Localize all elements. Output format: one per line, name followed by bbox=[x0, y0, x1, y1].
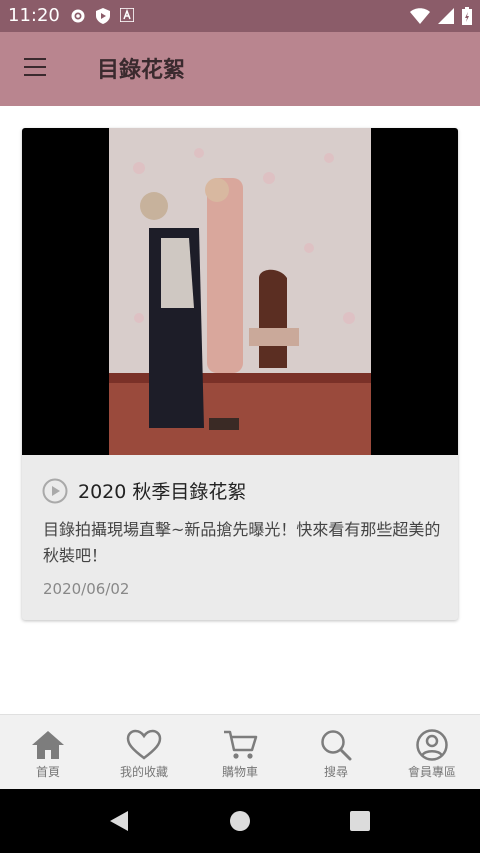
bottom-navigation: 首頁 我的收藏 購物車 搜尋 會員專區 bbox=[0, 714, 480, 790]
search-icon bbox=[321, 730, 352, 761]
nav-label-cart: 購物車 bbox=[221, 765, 258, 779]
menu-icon[interactable] bbox=[24, 58, 46, 76]
status-bar: 11:20 bbox=[0, 0, 480, 32]
heart-icon bbox=[126, 729, 162, 760]
nav-item-account[interactable]: 會員專區 bbox=[392, 729, 472, 780]
text-a-icon bbox=[120, 8, 134, 22]
card-description: 目錄拍攝現場直擊~新品搶先曝光！快來看有那些超美的秋裝吧！ bbox=[43, 520, 441, 565]
battery-charging-icon bbox=[462, 7, 472, 25]
video-card[interactable]: 2020 秋季目錄花絮 目錄拍攝現場直擊~新品搶先曝光！快來看有那些超美的秋裝吧… bbox=[22, 128, 458, 620]
video-thumbnail[interactable] bbox=[22, 128, 458, 455]
wifi-icon bbox=[410, 8, 430, 24]
card-title: 2020 秋季目錄花絮 bbox=[78, 481, 247, 503]
status-time: 11:20 bbox=[8, 5, 60, 26]
nav-label-search: 搜尋 bbox=[323, 765, 348, 779]
card-title-row: 2020 秋季目錄花絮 bbox=[42, 477, 246, 504]
status-icons-right bbox=[410, 7, 472, 25]
play-circle-icon[interactable] bbox=[42, 478, 68, 504]
nav-label-favorites: 我的收藏 bbox=[119, 765, 168, 779]
nav-item-favorites[interactable]: 我的收藏 bbox=[104, 729, 184, 780]
settings-gear-icon bbox=[71, 9, 85, 23]
status-icons-left bbox=[70, 8, 134, 24]
back-icon[interactable] bbox=[108, 810, 130, 832]
page-title: 目錄花絮 bbox=[97, 58, 186, 83]
signal-icon bbox=[438, 8, 454, 24]
card-date: 2020/06/02 bbox=[43, 580, 130, 598]
nav-item-home[interactable]: 首頁 bbox=[8, 729, 88, 780]
recents-square-icon[interactable] bbox=[350, 811, 370, 831]
app-bar: 目錄花絮 bbox=[0, 32, 480, 106]
nav-label-account: 會員專區 bbox=[407, 765, 456, 779]
nav-item-cart[interactable]: 購物車 bbox=[200, 729, 280, 780]
system-navigation-bar bbox=[0, 789, 480, 853]
nav-label-home: 首頁 bbox=[35, 765, 60, 779]
home-circle-icon[interactable] bbox=[229, 810, 251, 832]
video-frame-image bbox=[109, 128, 371, 455]
shield-icon bbox=[96, 8, 110, 24]
account-icon bbox=[416, 729, 448, 761]
cart-icon bbox=[224, 730, 258, 759]
nav-item-search[interactable]: 搜尋 bbox=[296, 729, 376, 780]
home-icon bbox=[32, 731, 64, 759]
